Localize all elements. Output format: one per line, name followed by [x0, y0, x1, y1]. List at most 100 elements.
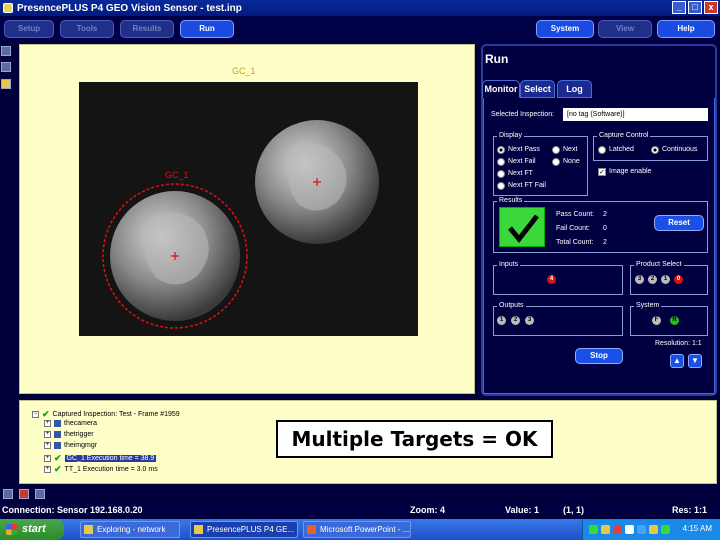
capture-control-title: Capture Control [597, 132, 651, 139]
total-count-label: Total Count: [556, 239, 594, 246]
close-button[interactable]: x [704, 1, 718, 14]
resolution-label: Resolution: 1:1 [655, 340, 702, 347]
pan-tool-icon[interactable] [1, 62, 11, 72]
system-indicator-f: F [652, 316, 661, 325]
task-label: PresencePLUS P4 GE... [207, 525, 295, 534]
tree-tool-icon[interactable] [3, 489, 13, 499]
start-label: start [22, 523, 46, 535]
tree-item-tt1[interactable]: + ✔ TT_1 Execution time = 3.0 ms [44, 464, 158, 475]
image-enable-checkbox[interactable]: ✓ [598, 168, 606, 176]
expand-icon[interactable]: + [44, 455, 51, 462]
trigger-node-icon [54, 431, 61, 438]
collapse-icon[interactable]: − [32, 411, 39, 418]
maximize-button[interactable]: □ [688, 1, 702, 14]
label-next: Next [563, 146, 578, 153]
imgmgr-node-icon [54, 442, 61, 449]
stop-button[interactable]: Stop [575, 348, 623, 364]
window-controls: _ □ x [672, 1, 718, 14]
label-next-ft-fail: Next FT Fail [508, 182, 546, 189]
check-icon: ✔ [54, 453, 62, 463]
start-button[interactable]: start [0, 519, 64, 540]
menu-help[interactable]: Help [657, 20, 715, 38]
label-next-fail: Next Fail [508, 158, 536, 165]
checkmark-icon [508, 214, 539, 244]
status-bar: Connection: Sensor 192.168.0.20 Zoom: 4 … [0, 503, 720, 517]
security-icon[interactable] [601, 525, 610, 534]
network-icon[interactable] [589, 525, 598, 534]
display-icon[interactable] [637, 525, 646, 534]
radio-next-pass[interactable] [497, 146, 505, 154]
settings-tool-icon[interactable] [35, 489, 45, 499]
windows-logo-icon [6, 524, 17, 535]
camera-image[interactable] [79, 82, 418, 336]
minimize-button[interactable]: _ [672, 1, 686, 14]
fail-count-value: 0 [603, 225, 607, 232]
resolution-up-button[interactable]: ▲ [670, 354, 684, 368]
pass-indicator [499, 207, 545, 247]
radio-latched[interactable] [598, 146, 606, 154]
radio-next-ft-fail[interactable] [497, 182, 505, 190]
tree-item-trigger[interactable]: + thetrigger [44, 431, 94, 438]
tree-item-imgmgr[interactable]: + theimgmgr [44, 442, 97, 449]
radio-none[interactable] [552, 158, 560, 166]
taskbar-item-powerpoint[interactable]: Microsoft PowerPoint - ... [303, 521, 411, 538]
system-group [630, 306, 708, 336]
tab-log[interactable]: Log [557, 80, 592, 98]
check-icon: ✔ [54, 464, 62, 474]
resolution-down-button[interactable]: ▼ [688, 354, 702, 368]
expand-icon[interactable]: + [44, 420, 51, 427]
tree-item-camera[interactable]: + thecamera [44, 420, 97, 427]
tree-item-label: thecamera [64, 420, 98, 427]
label-next-ft: Next FT [508, 170, 533, 177]
menu-system[interactable]: System [536, 20, 594, 38]
input-indicator: 4 [547, 275, 556, 284]
taskbar-item-presenceplus[interactable]: PresencePLUS P4 GE... [190, 521, 298, 538]
taskbar-item-explorer[interactable]: Exploring - network [80, 521, 180, 538]
tree-root[interactable]: − ✔ Captured Inspection: Test - Frame #1… [32, 409, 180, 420]
expand-icon[interactable]: + [44, 431, 51, 438]
product-indicator-3: 3 [635, 275, 644, 284]
menu-tools[interactable]: Tools [60, 20, 114, 38]
slide-caption: Multiple Targets = OK [276, 420, 553, 458]
fit-tool-icon[interactable] [1, 79, 11, 89]
app-window: PresencePLUS P4 GEO Vision Sensor - test… [0, 0, 720, 540]
output-indicator-1: 1 [497, 316, 506, 325]
label-continuous: Continuous [662, 146, 698, 153]
tab-select[interactable]: Select [520, 80, 555, 98]
radio-next-fail[interactable] [497, 158, 505, 166]
expand-icon[interactable]: + [44, 466, 51, 473]
alert-icon[interactable] [613, 525, 622, 534]
total-count-value: 2 [603, 239, 607, 246]
taskbar: start Exploring - network PresencePLUS P… [0, 519, 720, 540]
product-indicator-0: 0 [674, 275, 683, 284]
sync-icon[interactable] [661, 525, 670, 534]
zoom-tool-icon[interactable] [1, 46, 11, 56]
menu-setup[interactable]: Setup [4, 20, 54, 38]
camera-node-icon [54, 420, 61, 427]
delete-tool-icon[interactable] [19, 489, 29, 499]
volume-icon[interactable] [625, 525, 634, 534]
task-label: Exploring - network [97, 525, 166, 534]
menu-view[interactable]: View [598, 20, 652, 38]
menu-results[interactable]: Results [120, 20, 174, 38]
radio-next-ft[interactable] [497, 170, 505, 178]
results-group-title: Results [497, 197, 525, 204]
tab-monitor[interactable]: Monitor [482, 80, 520, 98]
gc-label-top: GC_1 [232, 66, 256, 76]
messenger-icon[interactable] [649, 525, 658, 534]
product-select-title: Product Select [634, 261, 684, 268]
selected-inspection-field[interactable]: [no tag (Software)] [563, 108, 708, 121]
radio-next[interactable] [552, 146, 560, 154]
reset-button[interactable]: Reset [654, 215, 704, 231]
output-indicator-2: 2 [511, 316, 520, 325]
inputs-group [493, 265, 623, 295]
radio-continuous[interactable] [651, 146, 659, 154]
label-latched: Latched [609, 146, 634, 153]
app-icon [194, 525, 203, 534]
clock: 4:15 AM [682, 524, 712, 533]
label-none: None [563, 158, 580, 165]
expand-icon[interactable]: + [44, 442, 51, 449]
menu-run[interactable]: Run [180, 20, 234, 38]
tree-item-gc1[interactable]: + ✔ GC_1 Execution time = 38.9 [44, 453, 157, 464]
inputs-title: Inputs [497, 261, 521, 268]
